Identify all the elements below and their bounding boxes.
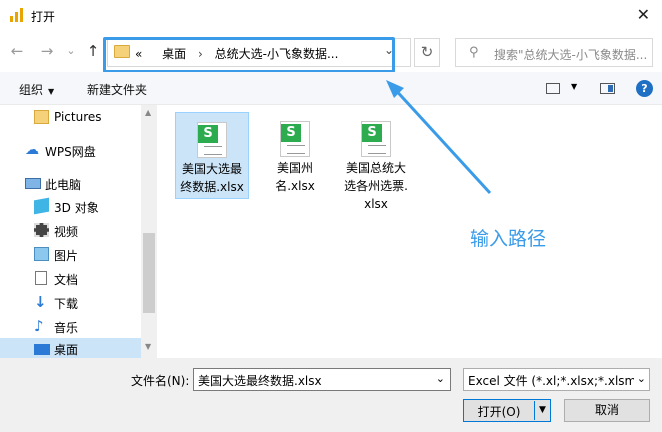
arrow-line xyxy=(390,84,492,195)
file-type-select[interactable]: Excel 文件 (*.xl;*.xlsx;*.xlsm;*.xlsb;*.xl… xyxy=(463,368,650,391)
dialog-footer: 文件名(N): 美国大选最终数据.xlsx ⌄ Excel 文件 (*.xl;*… xyxy=(0,358,662,432)
filename-label: 文件名(N): xyxy=(131,374,190,388)
open-options-dropdown[interactable]: ▼ xyxy=(534,401,550,420)
chevron-down-icon[interactable]: ⌄ xyxy=(637,372,646,385)
filename-value: 美国大选最终数据.xlsx xyxy=(198,374,322,388)
cancel-button[interactable]: 取消 xyxy=(564,399,650,422)
chevron-down-icon[interactable]: ⌄ xyxy=(436,372,445,385)
filename-input[interactable]: 美国大选最终数据.xlsx ⌄ xyxy=(193,368,451,391)
open-button[interactable]: 打开(O) ▼ xyxy=(463,399,551,422)
file-type-value: Excel 文件 (*.xl;*.xlsx;*.xlsm;*.xlsb;*.xl… xyxy=(468,374,634,388)
annotation-label: 输入路径 xyxy=(470,228,547,250)
open-button-label: 打开(O) xyxy=(477,405,521,419)
